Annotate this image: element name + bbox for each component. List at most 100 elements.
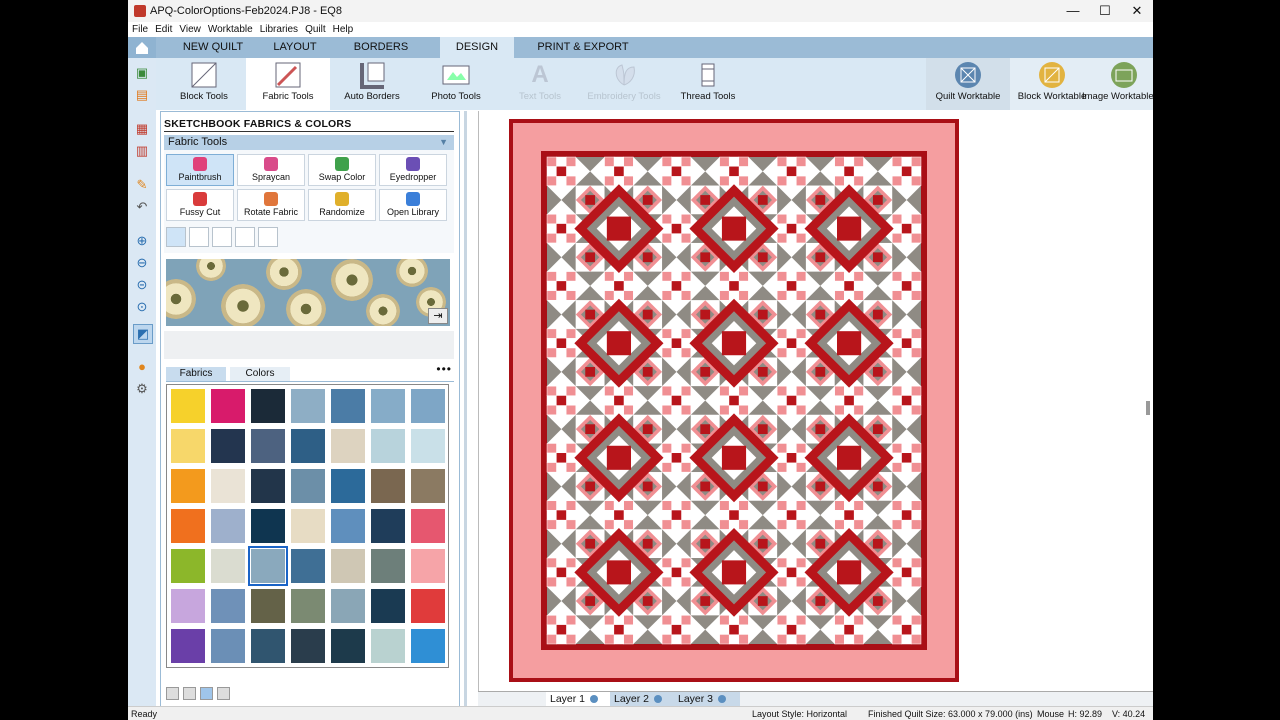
fabric-swatch[interactable] <box>331 589 365 623</box>
zoom-fit-icon[interactable]: ⊝ <box>133 276 151 294</box>
menu-worktable[interactable]: Worktable <box>208 22 253 37</box>
fabric-swatch[interactable] <box>291 509 325 543</box>
fabric-swatch[interactable] <box>291 629 325 663</box>
refresh-screen-icon[interactable]: ◩ <box>133 324 153 344</box>
menu-file[interactable]: File <box>132 22 148 37</box>
tab-colors[interactable]: Colors <box>230 367 290 381</box>
tab-print-export[interactable]: PRINT & EXPORT <box>528 37 638 58</box>
fabric-swatch[interactable] <box>411 589 445 623</box>
layer-1-tab[interactable]: Layer 1 <box>546 692 612 707</box>
menu-edit[interactable]: Edit <box>155 22 172 37</box>
zoom-in-icon[interactable]: ⊕ <box>133 232 151 250</box>
fabric-swatch[interactable] <box>171 429 205 463</box>
menu-quilt[interactable]: Quilt <box>305 22 326 37</box>
fabric-swatch[interactable] <box>248 546 288 586</box>
photo-tools-button[interactable]: Photo Tools <box>414 58 498 110</box>
menu-help[interactable]: Help <box>333 22 354 37</box>
fussy-cut-tool-button[interactable]: Fussy Cut <box>166 189 234 221</box>
collapse-chevron-icon[interactable]: ▼ <box>439 135 448 150</box>
fabric-swatch[interactable] <box>331 469 365 503</box>
fabric-swatch[interactable] <box>371 589 405 623</box>
zoom-page-icon[interactable]: ⊙ <box>133 298 151 316</box>
swatch-size-large[interactable] <box>166 687 179 700</box>
swatch-size-tiny[interactable] <box>217 687 230 700</box>
fabric-swatch[interactable] <box>411 509 445 543</box>
fabric-swatch[interactable] <box>171 589 205 623</box>
brush-mode-clear-icon[interactable] <box>258 227 278 247</box>
fabric-swatch[interactable] <box>371 509 405 543</box>
fabric-swatch[interactable] <box>211 469 245 503</box>
fabric-swatch[interactable] <box>171 509 205 543</box>
tab-borders[interactable]: BORDERS <box>338 37 424 58</box>
fabric-swatch[interactable] <box>331 429 365 463</box>
brush-mode-all-icon[interactable] <box>189 227 209 247</box>
embroidery-tools-button[interactable]: Embroidery Tools <box>582 58 666 110</box>
new-project-icon[interactable]: ▣ <box>133 64 151 82</box>
panel-splitter[interactable] <box>464 111 467 706</box>
quilt-worktable-button[interactable]: Quilt Worktable <box>926 58 1010 110</box>
help-icon[interactable]: ● <box>133 358 151 376</box>
fabric-swatch[interactable] <box>371 389 405 423</box>
fabric-swatch[interactable] <box>411 549 445 583</box>
tab-fabrics[interactable]: Fabrics <box>166 367 226 381</box>
paintbrush-tool-button[interactable]: Paintbrush <box>166 154 234 186</box>
close-button[interactable]: ✕ <box>1121 0 1153 22</box>
fabric-swatch[interactable] <box>291 389 325 423</box>
fabric-swatch[interactable] <box>331 549 365 583</box>
menu-view[interactable]: View <box>179 22 201 37</box>
layer-3-tab[interactable]: Layer 3 <box>674 692 740 707</box>
fabric-tools-button[interactable]: Fabric Tools <box>246 58 330 110</box>
tab-design[interactable]: DESIGN <box>440 37 514 58</box>
fabric-swatch[interactable] <box>331 389 365 423</box>
fabric-swatch[interactable] <box>411 429 445 463</box>
fabric-swatch[interactable] <box>211 509 245 543</box>
fabric-swatch[interactable] <box>211 429 245 463</box>
quilt-worktable-canvas[interactable] <box>478 111 1153 691</box>
fabric-swatch[interactable] <box>211 549 245 583</box>
fabric-swatch[interactable] <box>291 469 325 503</box>
fabric-swatch[interactable] <box>371 469 405 503</box>
image-worktable-button[interactable]: Image Worktable <box>1082 58 1153 110</box>
randomize-tool-button[interactable]: Randomize <box>308 189 376 221</box>
eyedropper-tool-button[interactable]: Eyedropper <box>379 154 447 186</box>
fabric-swatch[interactable] <box>411 389 445 423</box>
fabric-swatch[interactable] <box>371 549 405 583</box>
menu-libraries[interactable]: Libraries <box>260 22 298 37</box>
tab-new-quilt[interactable]: NEW QUILT <box>168 37 258 58</box>
swatch-size-small[interactable] <box>200 687 213 700</box>
fabric-swatch[interactable] <box>251 589 285 623</box>
fabric-swatch[interactable] <box>331 629 365 663</box>
fabric-swatch[interactable] <box>251 509 285 543</box>
swap-color-tool-button[interactable]: Swap Color <box>308 154 376 186</box>
layer-2-tab[interactable]: Layer 2 <box>610 692 676 707</box>
fabric-swatch[interactable] <box>251 429 285 463</box>
home-button[interactable] <box>128 37 156 58</box>
brush-mode-single-icon[interactable] <box>166 227 186 247</box>
library-icon[interactable]: ▥ <box>133 142 151 160</box>
fabric-swatch[interactable] <box>411 629 445 663</box>
fabric-swatch[interactable] <box>291 429 325 463</box>
fabric-swatch[interactable] <box>411 469 445 503</box>
rotate-fabric-tool-button[interactable]: Rotate Fabric <box>237 189 305 221</box>
fabric-swatch[interactable] <box>251 629 285 663</box>
fabric-swatch[interactable] <box>371 629 405 663</box>
fabric-swatch[interactable] <box>251 469 285 503</box>
fabric-swatch[interactable] <box>171 629 205 663</box>
spraycan-tool-button[interactable]: Spraycan <box>237 154 305 186</box>
fabric-swatch[interactable] <box>171 389 205 423</box>
zoom-out-icon[interactable]: ⊖ <box>133 254 151 272</box>
settings-gear-icon[interactable]: ⚙ <box>133 380 151 398</box>
open-library-tool-button[interactable]: Open Library <box>379 189 447 221</box>
fabric-swatch[interactable] <box>371 429 405 463</box>
fabric-swatch[interactable] <box>291 549 325 583</box>
canvas-resize-handle[interactable] <box>1146 401 1150 415</box>
sketchbook-icon[interactable]: ▦ <box>133 120 151 138</box>
fabric-swatch[interactable] <box>211 629 245 663</box>
thread-tools-button[interactable]: Thread Tools <box>666 58 750 110</box>
fabric-swatch[interactable] <box>211 389 245 423</box>
pencil-icon[interactable]: ✎ <box>133 176 151 194</box>
auto-borders-button[interactable]: Auto Borders <box>330 58 414 110</box>
fabric-swatch[interactable] <box>171 549 205 583</box>
brush-mode-alternate-icon[interactable] <box>212 227 232 247</box>
minimize-button[interactable]: — <box>1057 0 1089 22</box>
